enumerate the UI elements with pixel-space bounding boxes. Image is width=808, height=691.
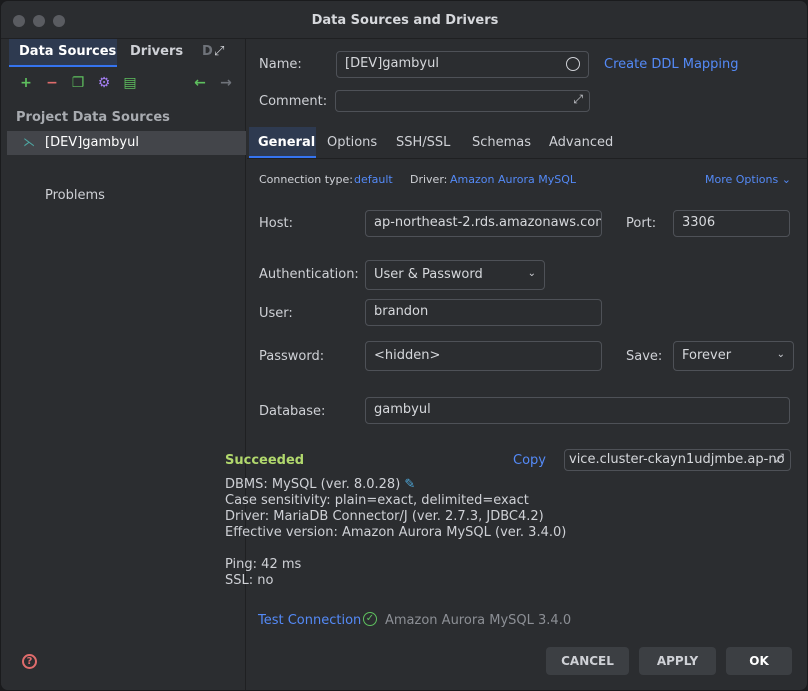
effective-version-info: Effective version: Amazon Aurora MySQL (… <box>225 525 567 540</box>
duplicate-icon[interactable]: ❐ <box>70 75 86 91</box>
url-field[interactable]: vice.cluster-ckayn1udjmbe.ap-no ⤢ <box>564 449 791 471</box>
expand-icon[interactable]: ⤢ <box>573 92 583 107</box>
user-label: User: <box>259 306 293 321</box>
mysql-icon: ⋋ <box>23 135 35 149</box>
tab-overflow[interactable]: D <box>202 44 213 59</box>
name-label: Name: <box>259 57 302 72</box>
database-label: Database: <box>259 404 326 419</box>
color-circle-icon[interactable] <box>566 57 580 71</box>
cancel-button[interactable]: CANCEL <box>546 647 629 675</box>
case-sensitivity-info: Case sensitivity: plain=exact, delimited… <box>225 493 529 508</box>
dbms-info: DBMS: MySQL (ver. 8.0.28) ✎ <box>225 477 416 492</box>
forward-arrow-icon[interactable]: → <box>218 75 234 91</box>
chevron-down-icon: ⌄ <box>776 349 785 360</box>
title-bar: Data Sources and Drivers <box>1 1 807 39</box>
expand-icon[interactable]: ⤢ <box>214 44 224 59</box>
left-panel: Data Sources Drivers D ⤢ + − ❐ ⚙ ▤ ← → P… <box>1 39 246 690</box>
ok-button[interactable]: OK <box>726 647 792 675</box>
copy-link[interactable]: Copy <box>513 453 546 468</box>
settings-tabs: General Options SSH/SSL Schemas Advanced <box>247 127 807 159</box>
tab-schemas[interactable]: Schemas <box>472 135 531 150</box>
name-input[interactable]: [DEV]gambyul <box>336 51 589 78</box>
help-icon[interactable]: ? <box>22 654 37 669</box>
left-tabs: Data Sources Drivers D ⤢ <box>1 39 246 67</box>
test-result: Amazon Aurora MySQL 3.4.0 <box>385 613 572 628</box>
host-input[interactable]: ap-northeast-2.rds.amazonaws.com <box>365 210 602 237</box>
password-input[interactable]: <hidden> <box>365 341 602 371</box>
save-select[interactable]: Forever ⌄ <box>673 341 794 371</box>
tab-general[interactable]: General <box>258 135 315 150</box>
database-input[interactable]: gambyul <box>365 397 790 424</box>
dialog-window: Data Sources and Drivers Data Sources Dr… <box>0 0 808 691</box>
comment-label: Comment: <box>259 94 328 109</box>
port-label: Port: <box>626 216 657 231</box>
connection-type-label: Connection type: <box>259 173 354 186</box>
password-label: Password: <box>259 349 325 364</box>
create-ddl-link[interactable]: Create DDL Mapping <box>604 57 739 72</box>
driver-info: Driver: MariaDB Connector/J (ver. 2.7.3,… <box>225 509 544 524</box>
export-icon[interactable]: ▤ <box>122 75 138 91</box>
list-item-data-source[interactable]: ⋋ [DEV]gambyul <box>7 131 246 155</box>
host-label: Host: <box>259 216 293 231</box>
back-arrow-icon[interactable]: ← <box>192 75 208 91</box>
chevron-down-icon: ⌄ <box>781 173 791 186</box>
right-panel: Name: [DEV]gambyul Create DDL Mapping Co… <box>247 39 807 690</box>
authentication-label: Authentication: <box>259 267 359 282</box>
problems-item[interactable]: Problems <box>45 188 105 203</box>
tab-ssh-ssl[interactable]: SSH/SSL <box>396 135 450 150</box>
tab-options[interactable]: Options <box>327 135 377 150</box>
more-options-link[interactable]: More Options ⌄ <box>705 173 791 186</box>
tab-advanced[interactable]: Advanced <box>549 135 613 150</box>
section-title: Project Data Sources <box>16 110 170 125</box>
chevron-down-icon: ⌄ <box>527 268 536 279</box>
ssl-info: SSL: no <box>225 573 274 588</box>
apply-button[interactable]: APPLY <box>639 647 716 675</box>
gear-icon[interactable]: ⚙ <box>96 75 112 91</box>
pencil-icon[interactable]: ✎ <box>404 477 415 492</box>
expand-icon[interactable]: ⤢ <box>774 451 784 466</box>
user-input[interactable]: brandon <box>365 299 602 326</box>
add-icon[interactable]: + <box>18 75 34 91</box>
data-source-label: [DEV]gambyul <box>45 135 139 150</box>
save-label: Save: <box>626 349 663 364</box>
authentication-select[interactable]: User & Password ⌄ <box>365 260 545 290</box>
check-icon: ✓ <box>363 612 377 626</box>
tab-drivers[interactable]: Drivers <box>130 44 183 59</box>
remove-icon[interactable]: − <box>44 75 60 91</box>
connection-type-link[interactable]: default <box>354 173 393 186</box>
driver-link[interactable]: Amazon Aurora MySQL <box>450 173 576 186</box>
test-connection-link[interactable]: Test Connection <box>258 613 361 628</box>
comment-input[interactable]: ⤢ <box>335 90 590 112</box>
tab-data-sources[interactable]: Data Sources <box>19 44 116 59</box>
window-title: Data Sources and Drivers <box>311 13 499 28</box>
driver-label: Driver: <box>410 173 448 186</box>
ping-info: Ping: 42 ms <box>225 557 302 572</box>
status-succeeded: Succeeded <box>225 453 305 468</box>
port-input[interactable]: 3306 <box>673 210 790 237</box>
